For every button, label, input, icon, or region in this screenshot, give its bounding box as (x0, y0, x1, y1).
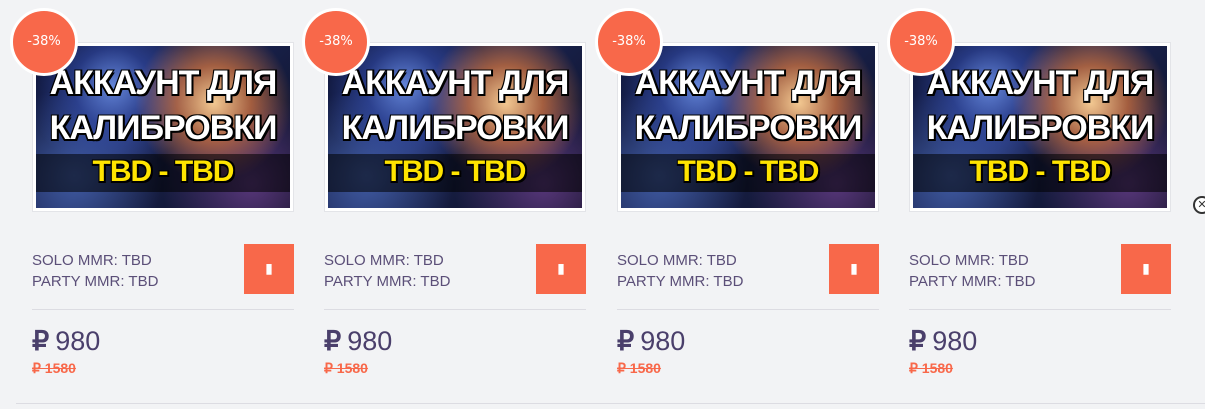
old-price: ₽ 1580 (909, 360, 953, 376)
party-mmr: PARTY MMR: TBD (32, 273, 159, 290)
price: ₽980 (909, 326, 977, 357)
party-mmr: PARTY MMR: TBD (909, 273, 1036, 290)
mmr-info: SOLO MMR: TBD PARTY MMR: TBD (617, 250, 743, 292)
product-image: АККАУНТ ДЛЯ КАЛИБРОВКИ TBD - TBD (36, 46, 290, 208)
divider (617, 309, 879, 310)
product-image-link[interactable]: АККАУНТ ДЛЯ КАЛИБРОВКИ TBD - TBD (32, 42, 294, 212)
mmr-info: SOLO MMR: TBD PARTY MMR: TBD (32, 250, 158, 292)
price: ₽980 (617, 326, 685, 357)
old-price: ₽ 1580 (617, 360, 661, 376)
price-value: 980 (55, 326, 101, 356)
image-title-line: АККАУНТ ДЛЯ (926, 64, 1155, 102)
buy-button[interactable]: ▮ (1121, 244, 1171, 294)
buy-button[interactable]: ▮ (829, 244, 879, 294)
old-price: ₽ 1580 (324, 360, 368, 376)
price: ₽980 (32, 326, 100, 357)
divider (32, 309, 294, 310)
image-title-line: АККАУНТ ДЛЯ (634, 64, 863, 102)
solo-mmr: SOLO MMR: TBD (32, 252, 152, 269)
mmr-info: SOLO MMR: TBD PARTY MMR: TBD (909, 250, 1035, 292)
product-card: -38% АККАУНТ ДЛЯ КАЛИБРОВКИ TBD - TBD SO… (10, 0, 294, 409)
product-image-link[interactable]: АККАУНТ ДЛЯ КАЛИБРОВКИ TBD - TBD (324, 42, 586, 212)
image-title-line: КАЛИБРОВКИ (926, 109, 1155, 147)
solo-mmr: SOLO MMR: TBD (617, 252, 737, 269)
book-cart-icon: ▮ (850, 261, 858, 277)
price-value: 980 (932, 326, 978, 356)
book-cart-icon: ▮ (1142, 261, 1150, 277)
discount-badge: -38% (10, 8, 78, 76)
solo-mmr: SOLO MMR: TBD (909, 252, 1029, 269)
price: ₽980 (324, 326, 392, 357)
product-image-link[interactable]: АККАУНТ ДЛЯ КАЛИБРОВКИ TBD - TBD (617, 42, 879, 212)
book-cart-icon: ▮ (557, 261, 565, 277)
product-image: АККАУНТ ДЛЯ КАЛИБРОВКИ TBD - TBD (328, 46, 582, 208)
image-subtitle: TBD - TBD (384, 155, 527, 188)
close-icon[interactable]: ✕ (1193, 196, 1205, 214)
party-mmr: PARTY MMR: TBD (617, 273, 744, 290)
divider (909, 309, 1171, 310)
image-title-line: КАЛИБРОВКИ (49, 109, 278, 147)
book-cart-icon: ▮ (265, 261, 273, 277)
currency-symbol: ₽ (324, 326, 342, 356)
discount-badge: -38% (302, 8, 370, 76)
image-subtitle: TBD - TBD (969, 155, 1112, 188)
divider (324, 309, 586, 310)
solo-mmr: SOLO MMR: TBD (324, 252, 444, 269)
image-title-line: КАЛИБРОВКИ (341, 109, 570, 147)
product-image: АККАУНТ ДЛЯ КАЛИБРОВКИ TBD - TBD (621, 46, 875, 208)
buy-button[interactable]: ▮ (536, 244, 586, 294)
price-value: 980 (347, 326, 393, 356)
product-card: -38% АККАУНТ ДЛЯ КАЛИБРОВКИ TBD - TBD SO… (595, 0, 879, 409)
price-value: 980 (640, 326, 686, 356)
image-title-line: АККАУНТ ДЛЯ (49, 64, 278, 102)
currency-symbol: ₽ (909, 326, 927, 356)
image-title-line: КАЛИБРОВКИ (634, 109, 863, 147)
image-subtitle: TBD - TBD (92, 155, 235, 188)
currency-symbol: ₽ (617, 326, 635, 356)
party-mmr: PARTY MMR: TBD (324, 273, 451, 290)
currency-symbol: ₽ (32, 326, 50, 356)
product-image-link[interactable]: АККАУНТ ДЛЯ КАЛИБРОВКИ TBD - TBD (909, 42, 1171, 212)
old-price: ₽ 1580 (32, 360, 76, 376)
buy-button[interactable]: ▮ (244, 244, 294, 294)
discount-badge: -38% (595, 8, 663, 76)
product-card: -38% АККАУНТ ДЛЯ КАЛИБРОВКИ TBD - TBD SO… (302, 0, 586, 409)
discount-badge: -38% (887, 8, 955, 76)
mmr-info: SOLO MMR: TBD PARTY MMR: TBD (324, 250, 450, 292)
product-card: -38% АККАУНТ ДЛЯ КАЛИБРОВКИ TBD - TBD SO… (887, 0, 1171, 409)
image-title-line: АККАУНТ ДЛЯ (341, 64, 570, 102)
image-subtitle: TBD - TBD (677, 155, 820, 188)
section-divider (16, 403, 1205, 404)
product-image: АККАУНТ ДЛЯ КАЛИБРОВКИ TBD - TBD (913, 46, 1167, 208)
